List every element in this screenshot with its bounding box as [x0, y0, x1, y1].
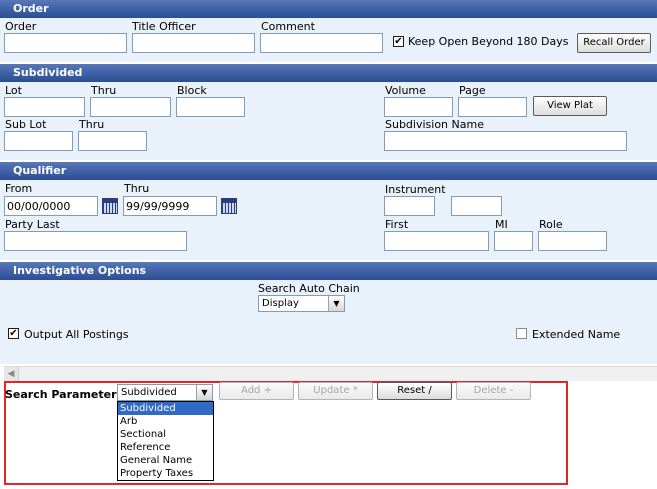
order-label: Order	[5, 20, 37, 33]
thru-date-input[interactable]	[123, 196, 217, 216]
search-auto-chain-select[interactable]: Display ▼	[258, 295, 345, 312]
lot-thru-label: Thru	[91, 84, 117, 97]
option-sectional[interactable]: Sectional	[118, 428, 213, 441]
from-date-label: From	[5, 182, 33, 195]
option-subdivided[interactable]: Subdivided	[118, 402, 213, 415]
block-label: Block	[177, 84, 207, 97]
search-auto-chain-label: Search Auto Chain	[258, 282, 360, 295]
order-section-header: Order	[0, 0, 657, 18]
volume-label: Volume	[385, 84, 426, 97]
view-plat-button[interactable]: View Plat	[533, 96, 607, 116]
reset-button[interactable]: Reset /	[377, 382, 452, 400]
option-arb[interactable]: Arb	[118, 415, 213, 428]
comment-label: Comment	[261, 20, 315, 33]
investigative-section-header: Investigative Options	[0, 262, 657, 280]
subdivision-name-input[interactable]	[384, 131, 627, 151]
sub-lot-label: Sub Lot	[5, 118, 47, 131]
horizontal-scrollbar[interactable]: ◀	[4, 366, 657, 381]
instrument-input-1[interactable]	[384, 196, 435, 216]
output-all-postings-label: Output All Postings	[24, 328, 129, 341]
output-all-postings-checkbox[interactable]: ✔	[8, 328, 19, 339]
subdivided-section-header: Subdivided	[0, 64, 657, 82]
recall-order-button[interactable]: Recall Order	[577, 33, 651, 53]
lot-label: Lot	[5, 84, 22, 97]
qualifier-section-header: Qualifier	[0, 162, 657, 180]
subdivided-section: Lot Thru Block Volume Page View Plat Sub…	[0, 82, 657, 160]
lot-thru-input[interactable]	[90, 97, 171, 117]
comment-input[interactable]	[260, 33, 383, 53]
option-reference[interactable]: Reference	[118, 441, 213, 454]
party-last-label: Party Last	[5, 218, 60, 231]
search-parameters-label: Search Parameters	[5, 388, 124, 401]
page-input[interactable]	[458, 97, 527, 117]
keep-open-checkbox[interactable]: ✔	[393, 36, 404, 47]
order-section: Order Title Officer Comment ✔ Keep Open …	[0, 18, 657, 62]
mi-input[interactable]	[494, 231, 533, 251]
first-name-label: First	[385, 218, 409, 231]
search-parameters-value: Subdivided	[121, 387, 177, 398]
chevron-down-icon[interactable]: ▼	[196, 385, 212, 400]
extended-name-label: Extended Name	[532, 328, 621, 341]
instrument-label: Instrument	[385, 183, 446, 196]
option-general-name[interactable]: General Name	[118, 454, 213, 467]
mi-label: MI	[495, 218, 508, 231]
instrument-input-2[interactable]	[451, 196, 502, 216]
search-parameters-select[interactable]: Subdivided ▼	[117, 384, 213, 401]
first-name-input[interactable]	[384, 231, 489, 251]
title-officer-label: Title Officer	[132, 20, 196, 33]
extended-name-checkbox[interactable]	[516, 328, 527, 339]
volume-input[interactable]	[384, 97, 453, 117]
role-input[interactable]	[538, 231, 607, 251]
update-button[interactable]: Update *	[298, 382, 373, 400]
block-input[interactable]	[176, 97, 245, 117]
subdivision-name-label: Subdivision Name	[385, 118, 484, 131]
sub-lot-input[interactable]	[4, 131, 73, 151]
lot-input[interactable]	[4, 97, 85, 117]
thru-date-label: Thru	[124, 182, 150, 195]
chevron-down-icon[interactable]: ▼	[328, 296, 344, 311]
party-last-input[interactable]	[4, 231, 187, 251]
search-auto-chain-value: Display	[262, 298, 299, 309]
order-input[interactable]	[4, 33, 127, 53]
thru-calendar-icon[interactable]	[221, 198, 237, 214]
from-date-input[interactable]	[4, 196, 98, 216]
title-officer-input[interactable]	[132, 33, 255, 53]
investigative-section: Search Auto Chain Display ▼ ✔ Output All…	[0, 280, 657, 364]
delete-button[interactable]: Delete -	[456, 382, 531, 400]
add-button[interactable]: Add +	[219, 382, 294, 400]
scroll-left-icon[interactable]: ◀	[4, 367, 19, 381]
option-property-taxes[interactable]: Property Taxes	[118, 467, 213, 480]
sub-lot-thru-label: Thru	[79, 118, 105, 131]
keep-open-label: Keep Open Beyond 180 Days	[408, 35, 569, 48]
role-label: Role	[539, 218, 563, 231]
qualifier-section: From Thru Instrument Party Last First MI…	[0, 180, 657, 260]
sub-lot-thru-input[interactable]	[78, 131, 147, 151]
search-parameters-dropdown: Subdivided Arb Sectional Reference Gener…	[117, 401, 214, 481]
page-label: Page	[459, 84, 486, 97]
from-calendar-icon[interactable]	[102, 198, 118, 214]
